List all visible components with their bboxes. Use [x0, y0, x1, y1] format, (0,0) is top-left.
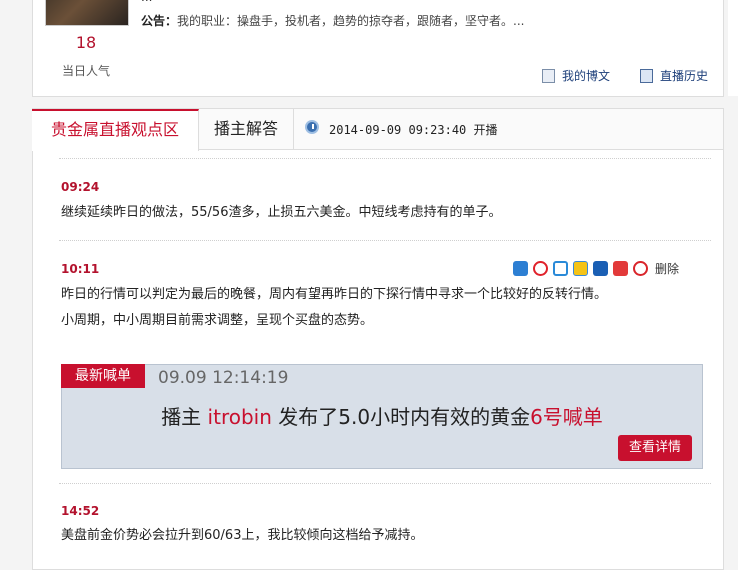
history-label: 直播历史	[660, 69, 709, 83]
divider	[59, 483, 711, 484]
entry-text: 美盘前金价势必会拉升到60/63上，我比较倾向这档给予减持。	[61, 528, 424, 543]
entry-time: 10:11	[61, 262, 100, 276]
shout-message: 播主 itrobin 发布了5.0小时内有效的黄金6号喊单	[62, 401, 702, 430]
shout-card: 最新喊单 09.09 12:14:19 播主 itrobin 发布了5.0小时内…	[61, 364, 703, 469]
view-details-button[interactable]: 查看详情	[618, 435, 692, 461]
delete-icon[interactable]	[633, 261, 648, 276]
start-time: 2014-09-09 09:23:40 开播	[329, 123, 498, 137]
my-blog-link[interactable]: 我的博文	[542, 67, 610, 84]
document-icon	[542, 68, 555, 83]
divider	[59, 158, 711, 159]
popularity-label: 当日人气	[61, 64, 110, 78]
weibo-icon[interactable]	[533, 261, 548, 276]
clock-icon	[305, 120, 319, 134]
tab-host-answers[interactable]: 播主解答	[199, 109, 294, 149]
notice-text: 我的职业：操盘手，投机者，趋势的掠夺者，跟随者，坚守者。...	[177, 14, 525, 28]
shout-time: 09.09 12:14:19	[158, 368, 289, 388]
notice-label: 公告：	[141, 14, 178, 28]
live-history-link[interactable]: 直播历史	[640, 67, 708, 84]
entry-text: 继续延续昨日的做法，55/56渣多，止损五六美金。中短线考虑持有的单子。	[61, 205, 502, 220]
history-icon	[640, 68, 653, 83]
shout-middle: 发布了5.0小时内有效的黄金	[271, 405, 531, 429]
right-edge-panel	[728, 0, 738, 96]
delete-label[interactable]: 删除	[655, 260, 679, 277]
qzone-star-icon[interactable]	[573, 261, 588, 276]
tencent-weibo-icon[interactable]	[613, 261, 628, 276]
entry-time: 14:52	[61, 504, 100, 518]
shout-user[interactable]: itrobin	[208, 405, 272, 429]
live-panel: 贵金属直播观点区 播主解答 2014-09-09 09:23:40 开播 09:…	[32, 108, 724, 570]
entry-text: 小周期，中小周期目前需求调整，呈现个买盘的态势。	[61, 313, 374, 328]
entry-time: 09:24	[61, 180, 100, 194]
shout-tag: 最新喊单	[61, 364, 145, 388]
tab-bar: 贵金属直播观点区 播主解答 2014-09-09 09:23:40 开播	[32, 109, 723, 151]
popularity-value: 18	[75, 33, 97, 52]
tab-live-views[interactable]: 贵金属直播观点区	[32, 109, 199, 151]
shout-highlight: 6号喊单	[530, 405, 603, 429]
entry-text: 昨日的行情可以判定为最后的晚餐，周内有望再昨日的下探行情中寻求一个比较好的反转行…	[61, 287, 608, 302]
my-blog-label: 我的博文	[562, 69, 611, 83]
renren-icon[interactable]	[593, 261, 608, 276]
baidu-icon[interactable]	[513, 261, 528, 276]
profile-top-text: ...	[141, 0, 152, 4]
divider	[59, 240, 711, 241]
share-bar: 删除	[513, 260, 679, 277]
qq-space-icon[interactable]	[553, 261, 568, 276]
avatar[interactable]	[45, 0, 129, 26]
shout-prefix: 播主	[161, 405, 208, 429]
notice: 公告：我的职业：操盘手，投机者，趋势的掠夺者，跟随者，坚守者。...	[141, 12, 524, 29]
profile-box: ... 公告：我的职业：操盘手，投机者，趋势的掠夺者，跟随者，坚守者。... 1…	[32, 0, 724, 97]
